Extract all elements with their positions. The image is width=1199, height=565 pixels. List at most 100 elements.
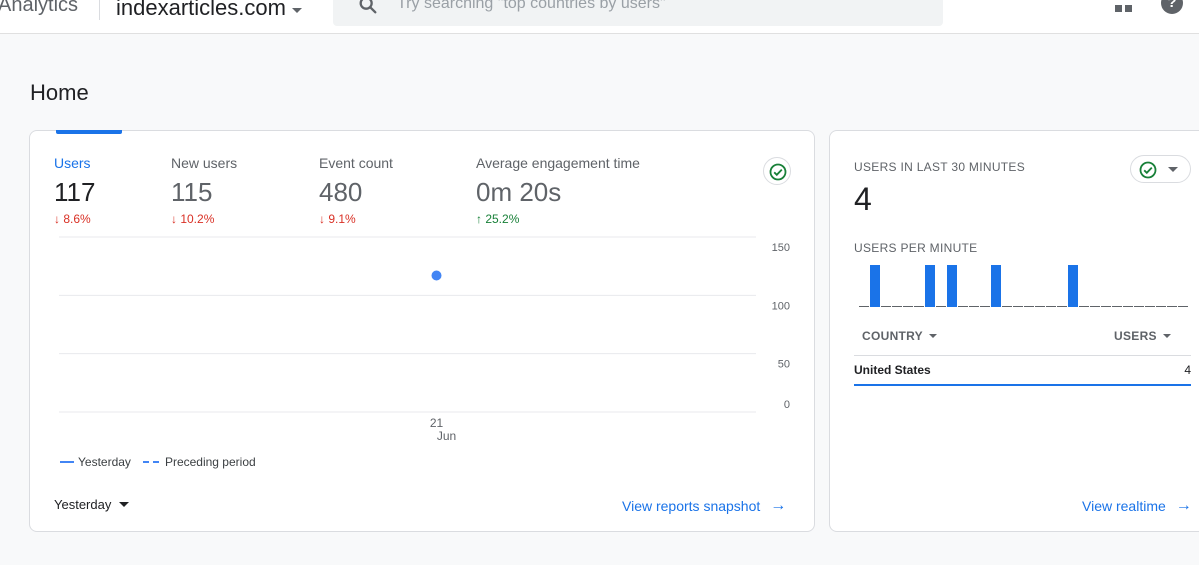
y-tick-label: 0 [784,399,790,411]
minute-bar[interactable] [1090,306,1100,307]
brand-name: Analytics [0,0,79,16]
y-tick-label: 100 [772,300,790,312]
minute-bar[interactable] [1013,306,1023,307]
metric-label: Users [54,155,91,171]
help-icon[interactable]: ? [1161,0,1183,14]
minute-bar[interactable] [1079,306,1089,307]
users-line-chart: 150 100 50 0 21Jun [59,236,790,443]
column-header-country-label: COUNTRY [862,329,923,343]
minute-bar[interactable] [892,306,902,307]
check-circle-icon [769,163,787,181]
minute-bar[interactable] [1178,306,1188,307]
view-realtime-link[interactable]: View realtime → [1082,497,1192,515]
metric-tab-users[interactable]: Users 117 ↓ 8.6% [54,155,95,226]
metric-label: Average engagement time [476,155,640,171]
minute-bar[interactable] [1145,306,1155,307]
legend-label-current: Yesterday [78,455,131,469]
minute-bar[interactable] [1024,306,1034,307]
minute-bar[interactable] [859,306,869,307]
metric-tab-engagement-time[interactable]: Average engagement time 0m 20s ↑ 25.2% [476,155,640,226]
metric-tab-new-users[interactable]: New users 115 ↓ 10.2% [171,155,237,226]
table-row[interactable]: United States 4 [854,363,1191,385]
minute-bar[interactable] [1167,306,1177,307]
row-country: United States [854,363,931,377]
top-bar: Analytics indexarticles.com Try searchin… [0,0,1199,34]
minute-bar[interactable] [881,306,891,307]
minute-bar[interactable] [1156,306,1166,307]
date-range-dropdown[interactable]: Yesterday [54,497,130,512]
minute-bar[interactable] [980,306,990,307]
date-range-label: Yesterday [54,497,112,512]
row-proportion-bar [854,384,1191,386]
minute-bar[interactable] [991,265,1001,307]
search-bar[interactable]: Try searching "top countries by users" [333,0,943,26]
users-per-minute-bar-chart [859,265,1188,307]
minute-bar[interactable] [1046,306,1056,307]
header-divider [99,0,100,20]
chevron-down-icon [1168,167,1178,172]
x-tick-label-day: 21 [430,416,444,430]
minute-bar[interactable] [1057,306,1067,307]
data-point [431,270,442,281]
metric-value: 115 [171,177,213,207]
y-tick-label: 50 [778,359,790,371]
y-tick-label: 150 [772,242,790,254]
caret-down-icon [119,502,130,507]
minute-bar[interactable] [1002,306,1012,307]
metric-tab-event-count[interactable]: Event count 480 ↓ 9.1% [319,155,393,226]
search-placeholder: Try searching "top countries by users" [397,0,666,12]
column-header-users[interactable]: USERS [1114,329,1171,343]
metric-value: 0m 20s [476,177,562,207]
column-header-users-label: USERS [1114,329,1157,343]
realtime-card: USERS IN LAST 30 MINUTES 4 USERS PER MIN… [829,130,1199,532]
view-reports-snapshot-link[interactable]: View reports snapshot → [622,497,786,515]
view-realtime-label: View realtime [1082,498,1166,514]
property-name: indexarticles.com [116,0,286,20]
metric-label: Event count [319,155,393,171]
minute-bar[interactable] [1112,306,1122,307]
check-circle-icon [1139,161,1157,179]
minute-bar[interactable] [870,265,880,307]
minute-bar[interactable] [969,306,979,307]
apps-icon[interactable] [1115,2,1133,12]
property-selector[interactable]: indexarticles.com [116,0,302,21]
view-reports-snapshot-label: View reports snapshot [622,498,761,514]
page-title: Home [30,80,89,105]
metric-change: ↓ 10.2% [171,212,215,226]
metric-label: New users [171,155,238,171]
realtime-quality-dropdown[interactable] [1130,155,1191,183]
legend-label-previous: Preceding period [164,455,256,469]
active-tab-indicator [56,130,122,134]
overview-card: Users 117 ↓ 8.6% New users 115 ↓ 10.2% E… [29,130,815,532]
minute-bar[interactable] [1035,306,1045,307]
realtime-title: USERS IN LAST 30 MINUTES [854,160,1026,174]
minute-bar[interactable] [1123,306,1133,307]
minute-bar[interactable] [936,306,946,307]
metric-change: ↓ 8.6% [54,212,91,226]
caret-down-icon [1162,334,1171,338]
minute-bar[interactable] [903,306,913,307]
metric-value: 117 [54,177,96,207]
column-header-country[interactable]: COUNTRY [862,329,937,343]
minute-bar[interactable] [914,306,924,307]
minute-bar[interactable] [958,306,968,307]
arrow-right-icon: → [1175,497,1192,514]
metric-change: ↑ 25.2% [476,212,520,226]
search-icon [359,0,377,14]
realtime-users-value: 4 [854,181,872,217]
minute-bar[interactable] [1068,265,1078,307]
minute-bar[interactable] [1101,306,1111,307]
metric-value: 480 [319,177,363,207]
legend-swatch-current [60,461,74,463]
metric-change: ↓ 9.1% [319,212,356,226]
minute-bar[interactable] [925,265,935,307]
x-tick-label-month: Jun [437,429,456,443]
row-users-value: 4 [1184,363,1191,377]
minute-bar[interactable] [1134,306,1144,307]
table-header-divider [854,355,1191,356]
chevron-down-icon [291,7,302,13]
data-quality-badge[interactable] [763,157,791,185]
minute-bar[interactable] [947,265,957,307]
arrow-right-icon: → [770,497,787,514]
caret-down-icon [929,334,937,338]
